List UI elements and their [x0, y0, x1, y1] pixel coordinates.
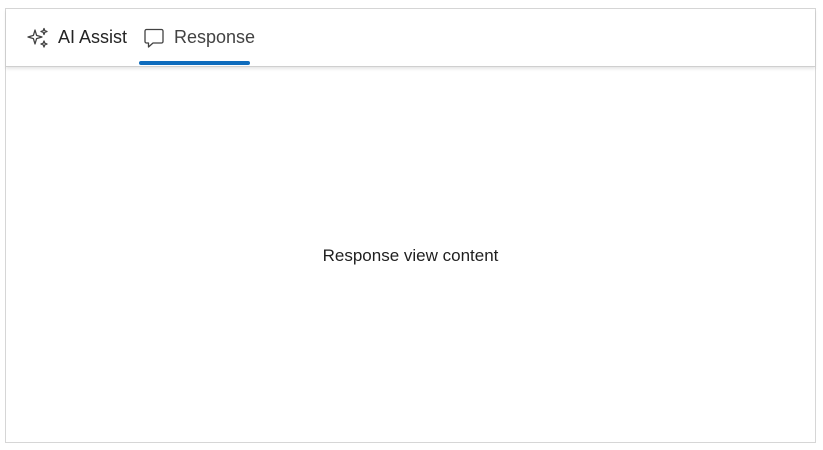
tab-response-label: Response	[174, 27, 256, 47]
tab-ai-assist-label: AI Assist	[58, 27, 128, 47]
chat-bubble-icon	[142, 26, 166, 50]
response-view-text: Response view content	[322, 246, 499, 265]
tab-response[interactable]: Response	[142, 9, 255, 66]
tab-list: AI Assist Response	[6, 9, 815, 67]
tab-panel-container: AI Assist Response Response view content	[5, 8, 816, 443]
sparkle-icon	[26, 26, 50, 50]
response-view: Response view content	[6, 66, 815, 442]
tab-ai-assist[interactable]: AI Assist	[26, 9, 127, 66]
selected-tab-indicator	[139, 61, 250, 65]
